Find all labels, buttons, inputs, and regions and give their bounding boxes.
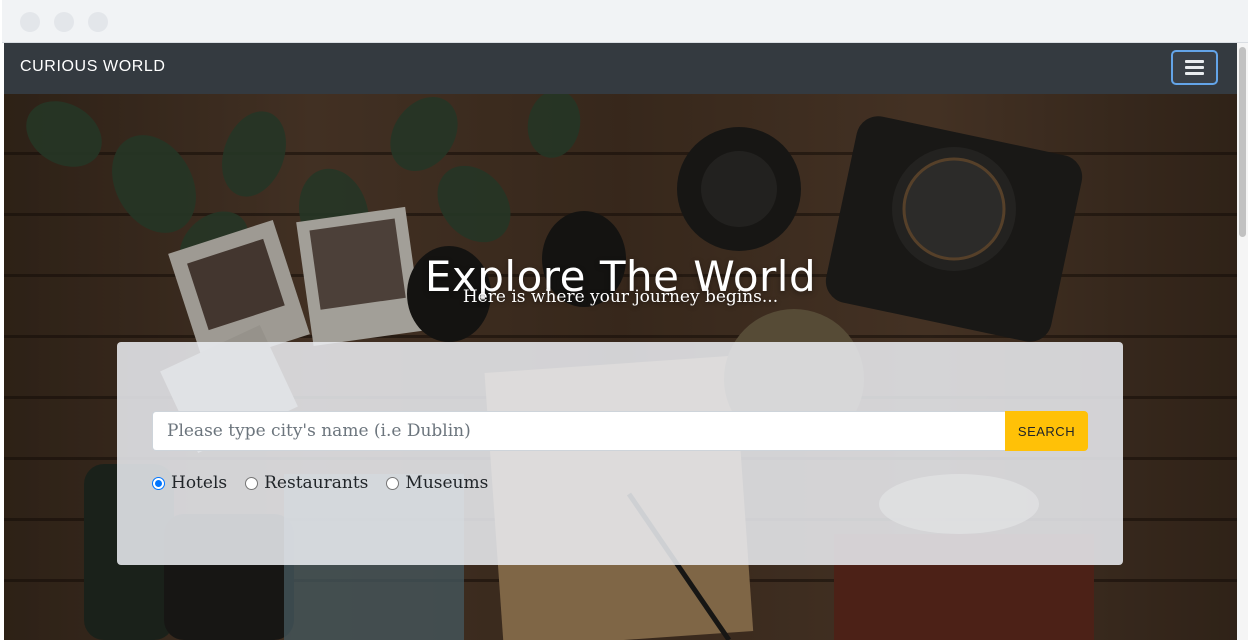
radio-label-hotels: Hotels xyxy=(171,473,228,493)
hero-subtitle: Here is where your journey begins... xyxy=(462,287,779,307)
category-radio-group: Hotels Restaurants Museums xyxy=(152,472,506,494)
radio-option-museums[interactable]: Museums xyxy=(386,473,488,493)
city-search-input[interactable] xyxy=(152,411,1005,451)
brand-link[interactable]: CURIOUS WORLD xyxy=(20,58,166,76)
radio-restaurants[interactable] xyxy=(245,476,259,490)
navbar-toggle-button[interactable] xyxy=(1171,50,1218,85)
window-close-dot[interactable] xyxy=(20,12,40,32)
search-panel: SEARCH Hotels Restaurants Museums xyxy=(117,342,1123,565)
search-button[interactable]: SEARCH xyxy=(1005,411,1088,451)
scrollbar-thumb[interactable] xyxy=(1239,47,1246,237)
radio-hotels[interactable] xyxy=(152,476,165,490)
navbar: CURIOUS WORLD xyxy=(4,43,1237,94)
window-minimize-dot[interactable] xyxy=(54,12,74,32)
browser-window: CURIOUS WORLD Explore The World Here is … xyxy=(2,0,1248,640)
page-viewport: CURIOUS WORLD Explore The World Here is … xyxy=(4,43,1237,640)
radio-label-restaurants: Restaurants xyxy=(264,473,369,493)
radio-option-hotels[interactable]: Hotels xyxy=(152,473,227,493)
radio-option-restaurants[interactable]: Restaurants xyxy=(245,473,368,493)
radio-label-museums: Museums xyxy=(405,473,489,493)
window-titlebar xyxy=(2,0,1248,43)
page-scrollbar[interactable] xyxy=(1237,43,1248,640)
window-maximize-dot[interactable] xyxy=(88,12,108,32)
hero-section: Explore The World Here is where your jou… xyxy=(4,94,1237,640)
radio-museums[interactable] xyxy=(386,476,400,490)
